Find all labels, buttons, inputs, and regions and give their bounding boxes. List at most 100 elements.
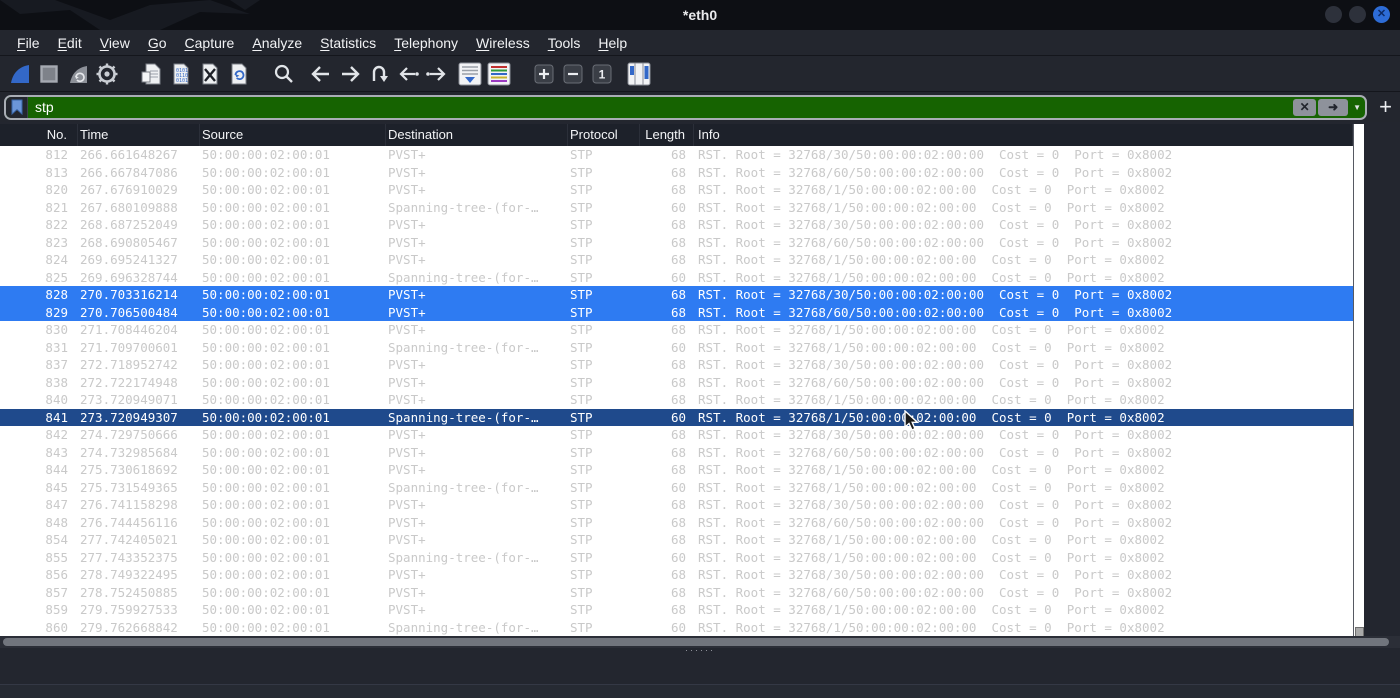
cell-protocol: STP — [570, 619, 593, 635]
reload-file-icon[interactable] — [225, 60, 252, 87]
open-file-icon[interactable] — [138, 60, 165, 87]
filter-clear-button[interactable]: ✕ — [1293, 98, 1317, 116]
packet-row[interactable]: 854 277.742405021 50:00:00:02:00:01 PVST+ ST… — [0, 531, 1353, 549]
packet-row[interactable]: 825 269.696328744 50:00:00:02:00:01 Spannin… — [0, 269, 1353, 287]
close-button[interactable]: ✕ — [1373, 6, 1390, 23]
cell-info: RST. Root = 32768/1/50:00:00:02:00:00 Co… — [698, 269, 1165, 285]
cell-info: RST. Root = 32768/60/50:00:00:02:00:00 C… — [698, 584, 1173, 600]
packet-row[interactable]: 830 271.708446204 50:00:00:02:00:01 PVST+ ST… — [0, 321, 1353, 339]
column-header-length[interactable]: Length — [640, 124, 694, 146]
cell-protocol: STP — [570, 497, 593, 512]
packet-row[interactable]: 829 270.706500484 50:00:00:02:00:01 PVST+ ST… — [0, 303, 1353, 321]
packet-row[interactable]: 847 276.741158298 50:00:00:02:00:01 PVST+ ST… — [0, 496, 1353, 514]
colorize-packets-icon[interactable] — [485, 60, 512, 87]
packet-row[interactable]: 837 272.718952742 50:00:00:02:00:01 PVST+ ST… — [0, 356, 1353, 374]
close-file-icon[interactable] — [196, 60, 223, 87]
column-header-info[interactable]: Info — [694, 124, 1353, 146]
packet-row[interactable]: 856 278.749322495 50:00:00:02:00:01 PVST+ ST… — [0, 566, 1353, 584]
column-header-time[interactable]: Time — [78, 124, 200, 146]
cell-protocol: STP — [570, 532, 593, 547]
save-file-icon[interactable]: 0101 0110 0101 — [167, 60, 194, 87]
vertical-scrollbar[interactable] — [1353, 124, 1364, 648]
go-to-packet-icon[interactable] — [365, 60, 392, 87]
cell-source: 50:00:00:02:00:01 — [202, 304, 330, 320]
packet-row[interactable]: 821 267.680109888 50:00:00:02:00:01 Spannin… — [0, 199, 1353, 217]
toolbar-separator — [121, 73, 137, 74]
packet-row[interactable]: 828 270.703316214 50:00:00:02:00:01 PVST+ ST… — [0, 286, 1353, 304]
normal-size-icon[interactable]: 1 — [588, 60, 615, 87]
packet-row[interactable]: 838 272.722174948 50:00:00:02:00:01 PVST+ ST… — [0, 374, 1353, 392]
packet-row[interactable]: 823 268.690805467 50:00:00:02:00:01 PVST+ ST… — [0, 234, 1353, 252]
maximize-button[interactable] — [1349, 6, 1366, 23]
right-filler — [1364, 122, 1400, 648]
go-last-packet-icon[interactable] — [423, 60, 450, 87]
restart-capture-icon[interactable] — [64, 60, 91, 87]
menu-go[interactable]: Go — [139, 33, 176, 53]
filter-apply-button[interactable]: ➜ — [1318, 98, 1349, 116]
cell-source: 50:00:00:02:00:01 — [202, 374, 330, 390]
column-header-no[interactable]: No. — [0, 124, 78, 146]
filter-bookmark-button[interactable] — [6, 96, 28, 118]
packet-row[interactable]: 842 274.729750666 50:00:00:02:00:01 PVST+ ST… — [0, 426, 1353, 444]
column-header-destination[interactable]: Destination — [386, 124, 568, 146]
filter-dropdown-caret[interactable]: ▼ — [1349, 97, 1365, 118]
menu-help[interactable]: Help — [589, 33, 636, 53]
cell-info: RST. Root = 32768/1/50:00:00:02:00:00 Co… — [698, 322, 1165, 337]
go-first-packet-icon[interactable] — [394, 60, 421, 87]
menu-tools[interactable]: Tools — [539, 33, 590, 53]
packet-row[interactable]: 848 276.744456116 50:00:00:02:00:01 PVST+ ST… — [0, 514, 1353, 532]
menu-statistics[interactable]: Statistics — [311, 33, 385, 53]
packet-row[interactable]: 822 268.687252049 50:00:00:02:00:01 PVST+ ST… — [0, 216, 1353, 234]
toolbar-separator — [451, 73, 455, 74]
cell-destination: PVST+ — [388, 567, 426, 582]
cell-protocol: STP — [570, 199, 593, 215]
resize-columns-icon[interactable] — [625, 60, 652, 87]
cell-source: 50:00:00:02:00:01 — [202, 252, 330, 267]
packet-row[interactable]: 845 275.731549365 50:00:00:02:00:01 Spannin… — [0, 479, 1353, 497]
packet-row[interactable]: 841 273.720949307 50:00:00:02:00:01 Spannin… — [0, 408, 1353, 426]
cell-destination: PVST+ — [388, 357, 426, 372]
packet-row[interactable]: 860 279.762668842 50:00:00:02:00:01 Spannin… — [0, 619, 1353, 637]
filter-add-button[interactable]: + — [1379, 96, 1392, 118]
go-back-icon[interactable] — [307, 60, 334, 87]
packet-row[interactable]: 824 269.695241327 50:00:00:02:00:01 PVST+ ST… — [0, 251, 1353, 269]
menu-analyze[interactable]: Analyze — [243, 33, 311, 53]
stop-capture-icon[interactable] — [35, 60, 62, 87]
auto-scroll-icon[interactable] — [456, 60, 483, 87]
cell-source: 50:00:00:02:00:01 — [202, 619, 330, 635]
menu-wireless[interactable]: Wireless — [467, 33, 539, 53]
svg-text:0101: 0101 — [176, 78, 188, 84]
packet-row[interactable]: 859 279.759927533 50:00:00:02:00:01 PVST+ ST… — [0, 601, 1353, 619]
packet-row[interactable]: 813 266.667847086 50:00:00:02:00:01 PVST+ ST… — [0, 164, 1353, 182]
display-filter-field[interactable]: stp ✕ ➜ ▼ — [4, 94, 1368, 120]
go-forward-icon[interactable] — [336, 60, 363, 87]
packet-row[interactable]: 840 273.720949071 50:00:00:02:00:01 PVST+ ST… — [0, 391, 1353, 409]
minimize-button[interactable] — [1325, 6, 1342, 23]
cell-time: 269.695241327 — [80, 252, 178, 267]
packet-row[interactable]: 857 278.752450885 50:00:00:02:00:01 PVST+ ST… — [0, 584, 1353, 602]
cell-no: 829 — [45, 304, 68, 320]
cell-protocol: STP — [570, 217, 593, 232]
packet-row[interactable]: 820 267.676910029 50:00:00:02:00:01 PVST+ ST… — [0, 181, 1353, 199]
display-filter-input[interactable]: stp — [28, 97, 1292, 118]
packet-row[interactable]: 844 275.730618692 50:00:00:02:00:01 PVST+ ST… — [0, 461, 1353, 479]
menu-edit[interactable]: Edit — [49, 33, 91, 53]
zoom-in-icon[interactable] — [530, 60, 557, 87]
packet-row[interactable]: 855 277.743352375 50:00:00:02:00:01 Spannin… — [0, 549, 1353, 567]
packet-row[interactable]: 812 266.661648267 50:00:00:02:00:01 PVST+ ST… — [0, 146, 1353, 164]
cell-destination: PVST+ — [388, 322, 426, 337]
menu-view[interactable]: View — [91, 33, 139, 53]
cell-destination: Spanning-tree-(for-… — [388, 549, 539, 565]
packet-row[interactable]: 843 274.732985684 50:00:00:02:00:01 PVST+ ST… — [0, 444, 1353, 462]
find-packet-icon[interactable] — [270, 60, 297, 87]
menu-file[interactable]: File — [8, 33, 49, 53]
capture-options-icon[interactable] — [93, 60, 120, 87]
menu-capture[interactable]: Capture — [176, 33, 244, 53]
packet-row[interactable]: 831 271.709700601 50:00:00:02:00:01 Spannin… — [0, 339, 1353, 357]
column-header-protocol[interactable]: Protocol — [568, 124, 640, 146]
zoom-out-icon[interactable] — [559, 60, 586, 87]
start-capture-icon[interactable] — [6, 60, 33, 87]
menu-telephony[interactable]: Telephony — [385, 33, 467, 53]
cell-time: 271.709700601 — [80, 339, 178, 355]
column-header-source[interactable]: Source — [200, 124, 386, 146]
